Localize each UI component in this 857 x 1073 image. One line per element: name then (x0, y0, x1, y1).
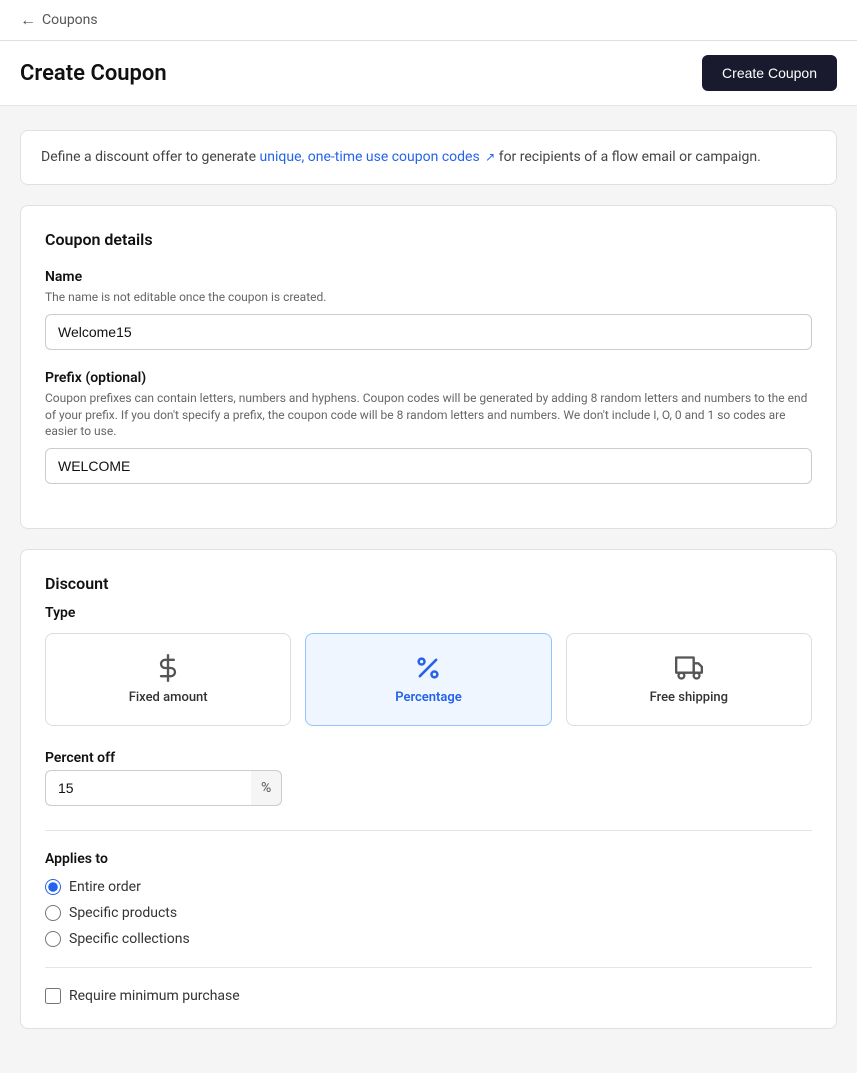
radio-entire-order-input[interactable] (45, 879, 61, 895)
info-banner-link[interactable]: unique, one-time use coupon codes ↗ (260, 149, 499, 165)
percent-icon (414, 654, 442, 682)
dollar-icon (154, 654, 182, 682)
radio-specific-collections-input[interactable] (45, 931, 61, 947)
divider (45, 830, 812, 831)
type-options-group: Fixed amount Percentage (45, 633, 812, 726)
applies-to-title: Applies to (45, 851, 812, 867)
type-option-fixed[interactable]: Fixed amount (45, 633, 291, 726)
radio-specific-collections-label: Specific collections (69, 931, 190, 947)
radio-specific-collections[interactable]: Specific collections (45, 931, 812, 947)
info-banner-prefix: Define a discount offer to generate (41, 149, 256, 165)
discount-section-title: Discount (45, 574, 812, 593)
radio-specific-products-label: Specific products (69, 905, 177, 921)
percent-off-group: Percent off % (45, 750, 812, 806)
create-coupon-button[interactable]: Create Coupon (702, 55, 837, 91)
radio-specific-products-input[interactable] (45, 905, 61, 921)
info-banner: Define a discount offer to generate uniq… (20, 130, 837, 185)
require-minimum-checkbox-label[interactable]: Require minimum purchase (45, 988, 812, 1004)
prefix-label: Prefix (optional) (45, 370, 812, 386)
type-option-percentage[interactable]: Percentage (305, 633, 551, 726)
name-input[interactable] (45, 314, 812, 350)
page-title: Create Coupon (20, 61, 167, 86)
name-form-group: Name The name is not editable once the c… (45, 269, 812, 350)
prefix-input[interactable] (45, 448, 812, 484)
truck-icon (674, 654, 704, 682)
type-option-free-shipping[interactable]: Free shipping (566, 633, 812, 726)
name-hint: The name is not editable once the coupon… (45, 289, 812, 306)
divider-2 (45, 967, 812, 968)
radio-specific-products[interactable]: Specific products (45, 905, 812, 921)
back-link-label: Coupons (42, 12, 98, 28)
applies-to-radio-group: Entire order Specific products Specific … (45, 879, 812, 947)
type-free-shipping-label: Free shipping (650, 690, 728, 705)
type-subsection-title: Type (45, 605, 812, 621)
back-link[interactable]: ← Coupons (20, 10, 98, 30)
coupon-details-card: Coupon details Name The name is not edit… (20, 205, 837, 529)
percent-suffix: % (251, 770, 282, 806)
percent-off-input[interactable] (45, 770, 251, 806)
external-link-icon: ↗ (485, 150, 495, 164)
info-banner-suffix: for recipients of a flow email or campai… (499, 149, 761, 165)
radio-entire-order[interactable]: Entire order (45, 879, 812, 895)
discount-card: Discount Type Fixed amount (20, 549, 837, 1029)
type-fixed-label: Fixed amount (129, 690, 208, 705)
page-header: Create Coupon Create Coupon (0, 41, 857, 106)
percent-input-wrapper: % (45, 770, 165, 806)
type-percentage-label: Percentage (395, 690, 462, 705)
require-minimum-checkbox[interactable] (45, 988, 61, 1004)
applies-to-section: Applies to Entire order Specific product… (45, 851, 812, 947)
prefix-form-group: Prefix (optional) Coupon prefixes can co… (45, 370, 812, 484)
require-minimum-label: Require minimum purchase (69, 988, 240, 1004)
page-content: Define a discount offer to generate uniq… (0, 106, 857, 1073)
back-arrow-icon: ← (20, 10, 36, 30)
radio-entire-order-label: Entire order (69, 879, 141, 895)
name-label: Name (45, 269, 812, 285)
coupon-details-title: Coupon details (45, 230, 812, 249)
prefix-hint: Coupon prefixes can contain letters, num… (45, 390, 812, 440)
top-nav: ← Coupons (0, 0, 857, 41)
percent-off-label: Percent off (45, 750, 812, 766)
